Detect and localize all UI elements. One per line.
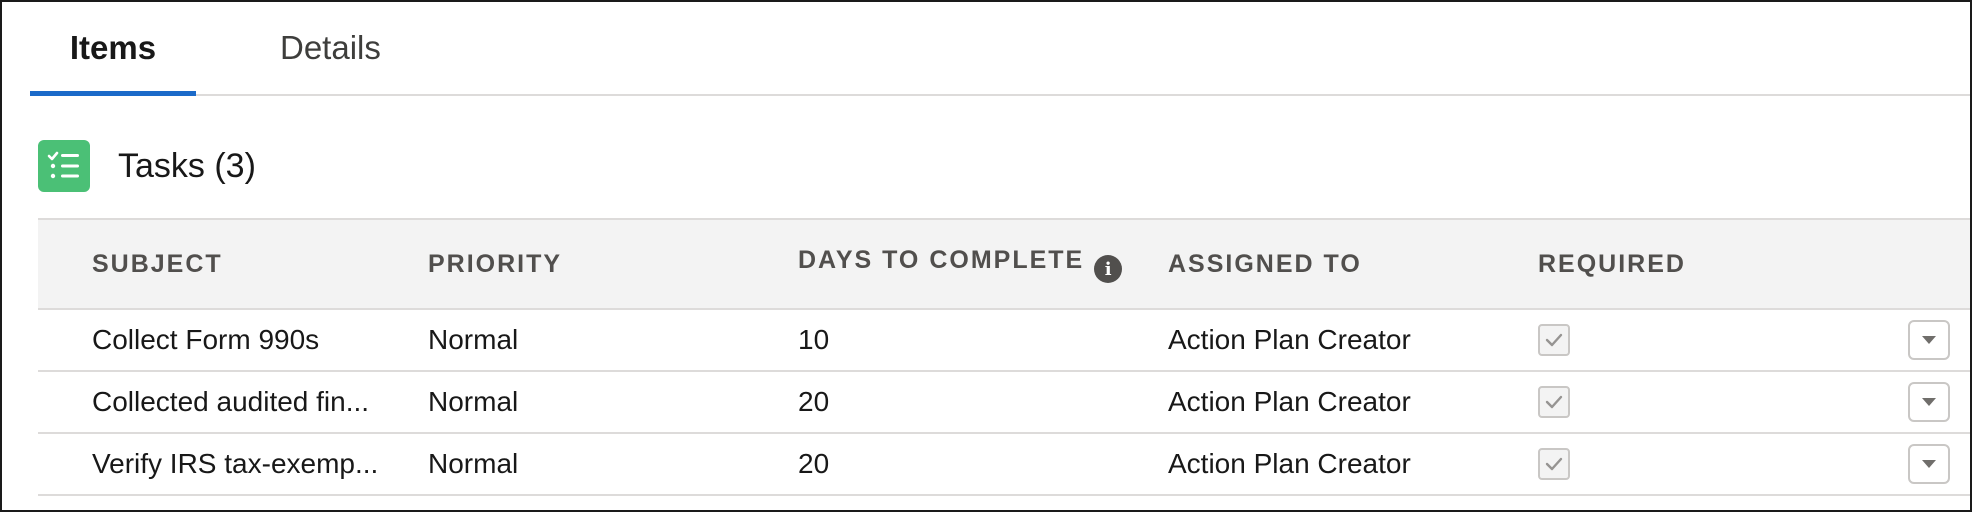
checkmark-icon — [1545, 333, 1563, 347]
table-header: SUBJECT PRIORITY DAYS TO COMPLETE i ASSI… — [38, 218, 1970, 310]
column-header-priority[interactable]: PRIORITY — [428, 220, 562, 308]
table-row: Collect Form 990s Normal 10 Action Plan … — [38, 310, 1970, 372]
tasks-section-header: Tasks (3) — [38, 140, 256, 192]
days-cell: 20 — [798, 386, 830, 417]
subject-cell: Collected audited fin... — [92, 386, 370, 417]
chevron-down-icon — [1922, 460, 1936, 468]
required-checkbox — [1538, 386, 1570, 418]
assigned-to-cell: Action Plan Creator — [1168, 386, 1411, 417]
subject-cell: Collect Form 990s — [92, 324, 320, 355]
row-actions-button[interactable] — [1908, 382, 1950, 422]
row-actions-button[interactable] — [1908, 320, 1950, 360]
required-cell — [1538, 310, 1570, 370]
days-cell: 20 — [798, 448, 830, 479]
priority-cell: Normal — [428, 448, 519, 479]
assigned-to-cell: Action Plan Creator — [1168, 324, 1411, 355]
chevron-down-icon — [1922, 398, 1936, 406]
related-list-panel: Items Details Tasks (3) SUBJECT PRIORITY… — [0, 0, 1972, 512]
tasks-table: SUBJECT PRIORITY DAYS TO COMPLETE i ASSI… — [38, 218, 1970, 496]
column-header-assigned-to[interactable]: ASSIGNED TO — [1168, 220, 1362, 308]
days-cell: 10 — [798, 324, 830, 355]
chevron-down-icon — [1922, 336, 1936, 344]
required-checkbox — [1538, 324, 1570, 356]
checkmark-icon — [1545, 395, 1563, 409]
subject-cell: Verify IRS tax-exemp... — [92, 448, 379, 479]
row-actions-button[interactable] — [1908, 444, 1950, 484]
column-header-required[interactable]: REQUIRED — [1538, 220, 1686, 308]
table-row: Verify IRS tax-exemp... Normal 20 Action… — [38, 434, 1970, 496]
info-icon[interactable]: i — [1094, 255, 1123, 283]
assigned-to-cell: Action Plan Creator — [1168, 448, 1411, 479]
column-header-days-to-complete[interactable]: DAYS TO COMPLETE i — [798, 220, 1123, 308]
task-list-icon — [38, 140, 90, 192]
table-row: Collected audited fin... Normal 20 Actio… — [38, 372, 1970, 434]
tab-bar: Items Details — [30, 2, 1970, 96]
required-cell — [1538, 372, 1570, 432]
tab-details[interactable]: Details — [280, 2, 460, 94]
required-cell — [1538, 434, 1570, 494]
tab-items[interactable]: Items — [30, 2, 196, 96]
priority-cell: Normal — [428, 386, 519, 417]
required-checkbox — [1538, 448, 1570, 480]
column-header-subject[interactable]: SUBJECT — [92, 220, 223, 308]
checkmark-icon — [1545, 457, 1563, 471]
priority-cell: Normal — [428, 324, 519, 355]
section-title: Tasks (3) — [118, 146, 256, 185]
